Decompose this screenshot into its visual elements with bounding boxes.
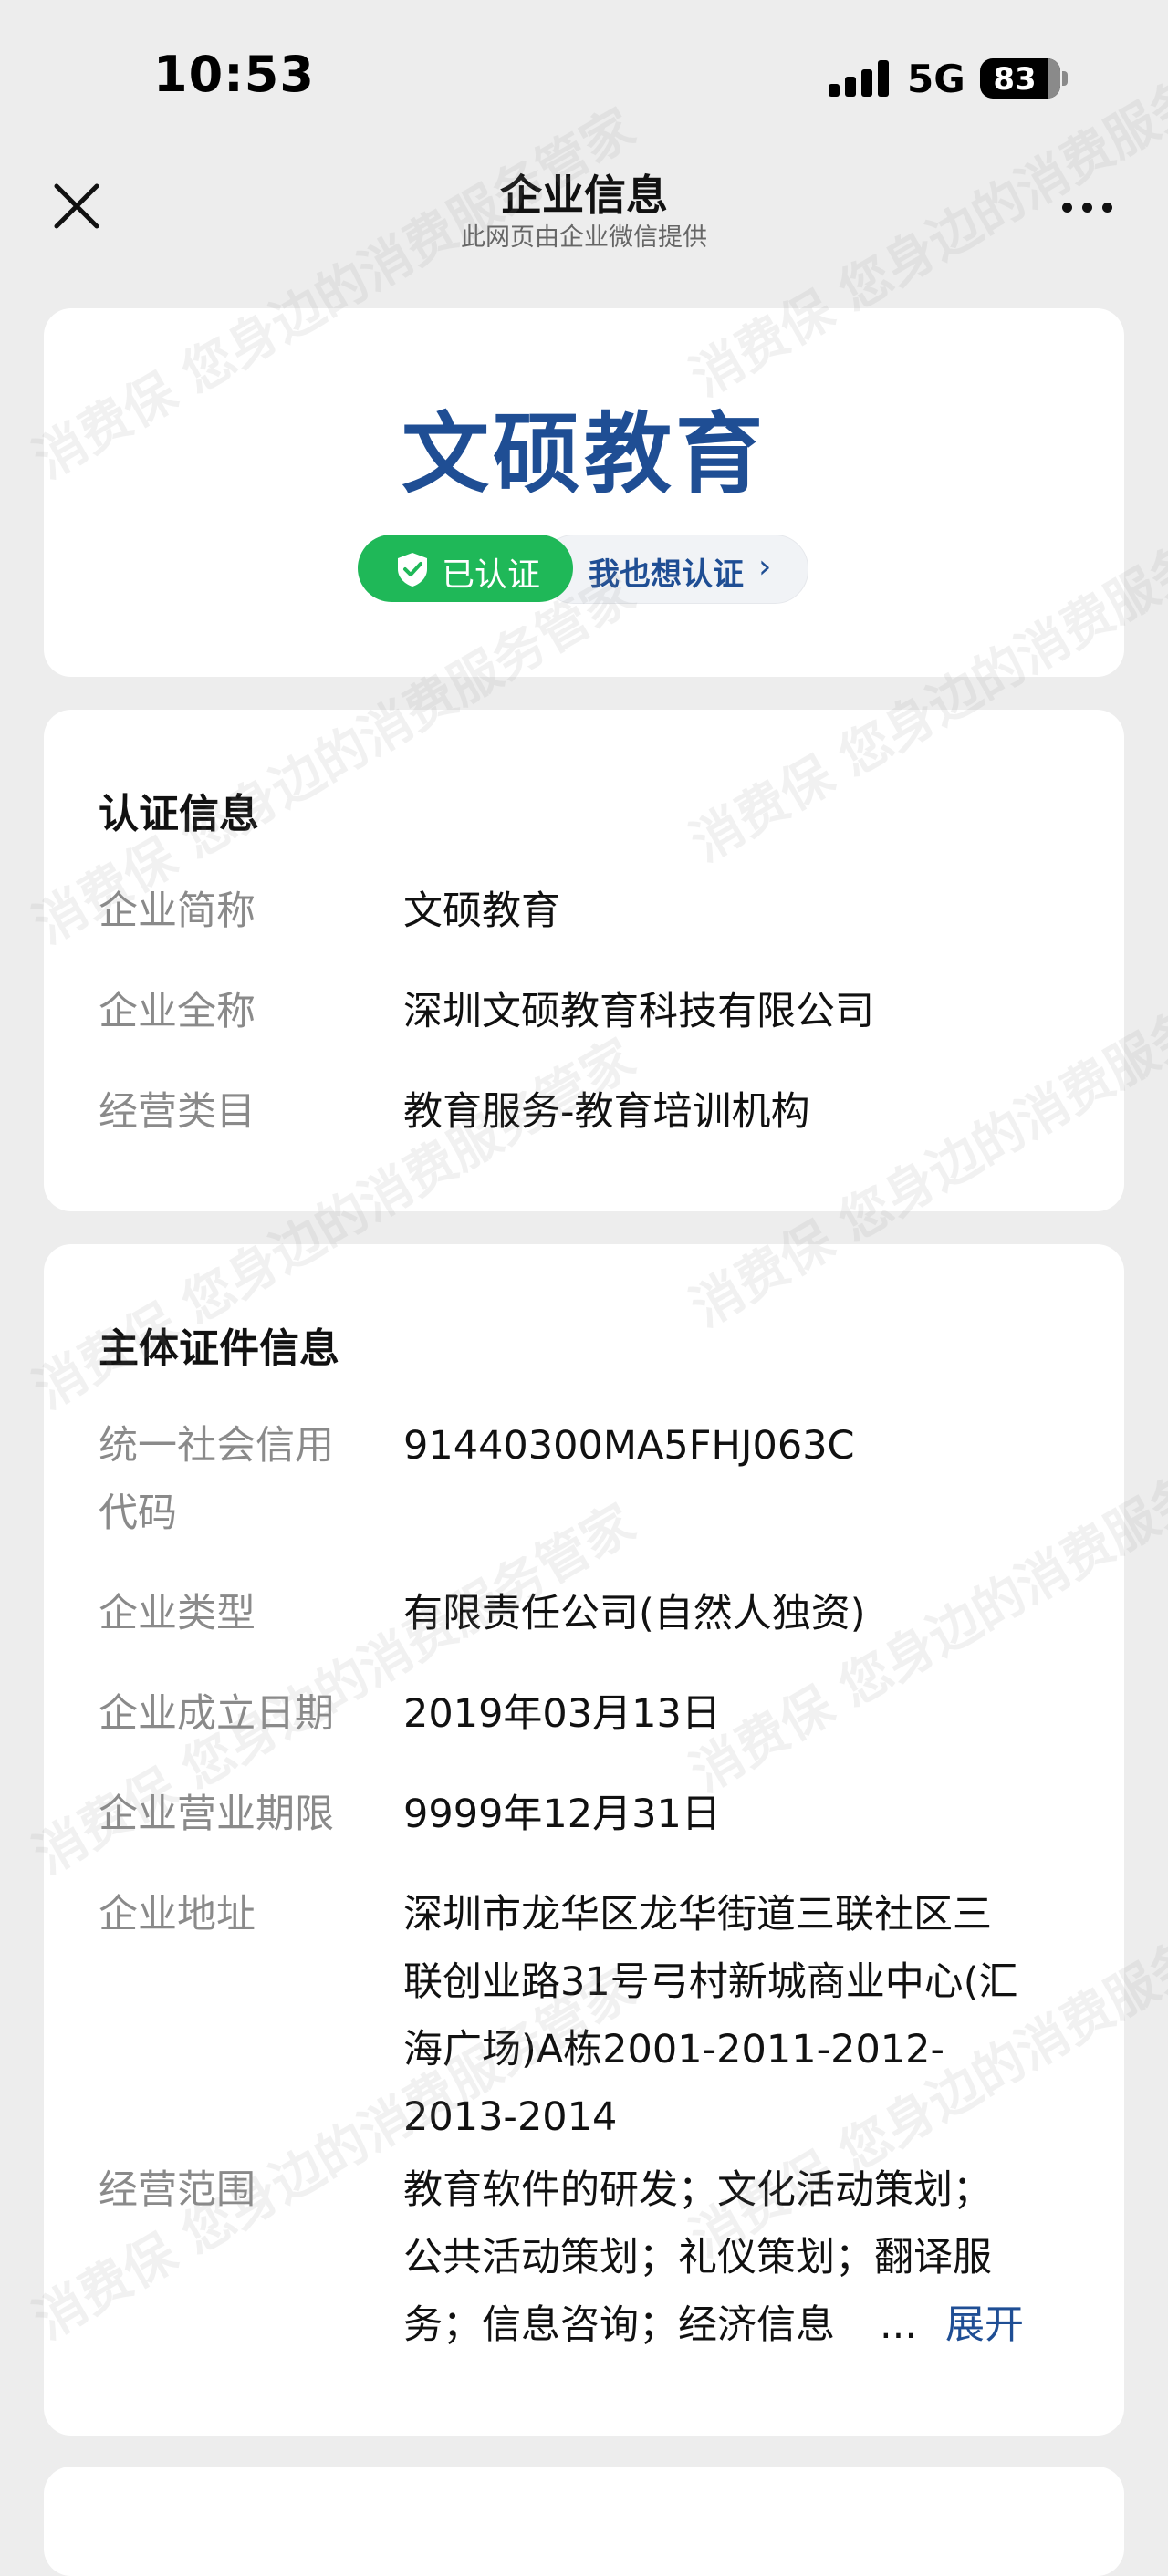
section-title: 认证信息 bbox=[99, 791, 259, 837]
value-line: 公共活动策划；礼仪策划；翻译服 bbox=[403, 2235, 992, 2280]
page-title: 企业信息 bbox=[500, 171, 668, 220]
row-value: 深圳市龙华区龙华街道三联社区三 联创业路31号弓村新城商业中心(汇 海广场)A栋… bbox=[403, 1881, 1088, 2151]
signal-strength-icon bbox=[829, 60, 889, 97]
company-header-card: 文硕教育 我也想认证 › 已认证 bbox=[44, 308, 1124, 677]
verified-badge: 已认证 bbox=[358, 535, 573, 602]
row-label-line: 统一社会信用 bbox=[99, 1423, 334, 1469]
status-bar: 10:53 5G 83 bbox=[0, 0, 1168, 137]
expand-link[interactable]: 展开 bbox=[945, 2291, 1024, 2359]
cert-info-card: 认证信息 企业简称 文硕教育 企业全称 深圳文硕教育科技有限公司 经营类目 教育… bbox=[44, 710, 1124, 1211]
row-value: 文硕教育 bbox=[403, 888, 560, 934]
ellipsis: ... bbox=[880, 2302, 918, 2348]
row-value: 2019年03月13日 bbox=[403, 1691, 721, 1737]
row-label: 企业类型 bbox=[99, 1591, 256, 1636]
value-line: 务；信息咨询；经济信息 bbox=[403, 2302, 835, 2348]
chevron-right-icon: › bbox=[758, 548, 772, 586]
value-line: 海广场)A栋2001-2011-2012- bbox=[403, 2027, 945, 2072]
nav-bar: 企业信息 此网页由企业微信提供 bbox=[0, 146, 1168, 255]
row-value: 教育软件的研发；文化活动策划； 公共活动策划；礼仪策划；翻译服 务；信息咨询；经… bbox=[403, 2156, 1088, 2359]
battery-icon: 83 bbox=[980, 58, 1060, 99]
status-time: 10:53 bbox=[153, 46, 315, 103]
company-name: 文硕教育 bbox=[402, 403, 766, 505]
row-value: 91440300MA5FHJ063C bbox=[403, 1423, 855, 1469]
row-label: 经营类目 bbox=[99, 1089, 256, 1135]
license-info-card: 主体证件信息 统一社会信用 代码 91440300MA5FHJ063C 企业类型… bbox=[44, 1244, 1124, 2436]
row-value: 深圳文硕教育科技有限公司 bbox=[403, 989, 874, 1034]
network-type: 5G bbox=[907, 57, 965, 101]
more-dot-icon bbox=[1102, 203, 1112, 213]
value-line: 教育软件的研发；文化活动策划； bbox=[403, 2167, 992, 2213]
value-line-truncated: 务；信息咨询；经济信息 ... 展开 bbox=[403, 2291, 1088, 2359]
row-value: 9999年12月31日 bbox=[403, 1792, 721, 1837]
row-label: 统一社会信用 代码 bbox=[99, 1412, 372, 1547]
want-verify-button[interactable]: 我也想认证 › bbox=[540, 535, 808, 604]
row-label: 经营范围 bbox=[99, 2167, 256, 2213]
battery-tip bbox=[1062, 71, 1068, 86]
want-verify-label: 我也想认证 bbox=[589, 556, 744, 593]
next-card bbox=[44, 2467, 1124, 2576]
row-label: 企业营业期限 bbox=[99, 1792, 334, 1837]
verified-label: 已认证 bbox=[442, 556, 541, 594]
battery-level: 83 bbox=[993, 61, 1037, 98]
page-subtitle: 此网页由企业微信提供 bbox=[461, 223, 707, 252]
row-label: 企业简称 bbox=[99, 888, 256, 934]
row-value: 有限责任公司(自然人独资) bbox=[403, 1591, 866, 1636]
value-line: 2013-2014 bbox=[403, 2094, 618, 2140]
value-line: 深圳市龙华区龙华街道三联社区三 bbox=[403, 1892, 992, 1937]
section-title: 主体证件信息 bbox=[99, 1325, 339, 1372]
row-label: 企业成立日期 bbox=[99, 1691, 334, 1737]
row-label: 企业地址 bbox=[99, 1892, 256, 1937]
row-value: 教育服务-教育培训机构 bbox=[403, 1089, 810, 1135]
row-label: 企业全称 bbox=[99, 989, 256, 1034]
more-dot-icon bbox=[1082, 203, 1092, 213]
value-line: 联创业路31号弓村新城商业中心(汇 bbox=[403, 1959, 1018, 2005]
row-label-line: 代码 bbox=[99, 1491, 177, 1536]
shield-check-icon bbox=[398, 553, 427, 587]
more-options-button[interactable] bbox=[1062, 197, 1117, 219]
more-dot-icon bbox=[1062, 203, 1072, 213]
